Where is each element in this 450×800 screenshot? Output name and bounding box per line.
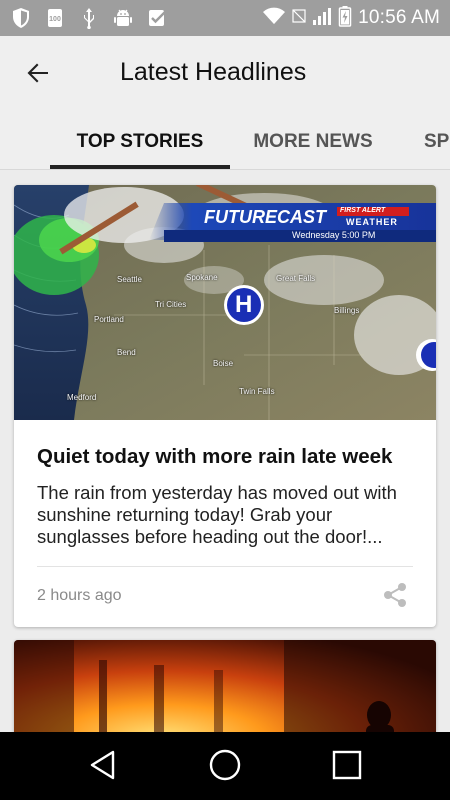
map-city-label: Portland (94, 315, 124, 324)
share-button[interactable] (377, 579, 413, 615)
wifi-icon (262, 6, 286, 31)
android-icon (112, 7, 134, 29)
story-card[interactable]: FUTURECAST FIRST ALERT WEATHER Wednesday… (14, 185, 436, 627)
map-city-label: Bend (117, 348, 136, 357)
system-nav-bar (0, 732, 450, 800)
back-button[interactable] (18, 55, 58, 95)
story-image[interactable]: FUTURECAST FIRST ALERT WEATHER Wednesday… (14, 185, 436, 420)
story-title[interactable]: Quiet today with more rain late week (37, 444, 413, 470)
map-city-label: Great Falls (276, 274, 316, 283)
nav-home-button[interactable] (202, 744, 248, 790)
arrow-back-icon (25, 60, 51, 91)
status-left-icons: 100 (10, 7, 168, 29)
nav-recents-button[interactable] (324, 744, 370, 790)
tab-bar: TOP STORIES MORE NEWS SP (0, 114, 450, 170)
forecast-badge-bottom: WEATHER (346, 217, 398, 227)
forecast-time: Wednesday 5:00 PM (292, 230, 376, 240)
story-image[interactable] (14, 640, 436, 732)
no-data-icon (292, 6, 306, 31)
page-title: Latest Headlines (120, 58, 307, 86)
news-feed[interactable]: FUTURECAST FIRST ALERT WEATHER Wednesday… (0, 170, 450, 732)
share-icon (381, 581, 409, 614)
usb-icon (78, 7, 100, 29)
status-time: 10:56 AM (358, 7, 440, 28)
shield-icon (10, 7, 32, 29)
back-triangle-icon (88, 749, 118, 786)
nav-back-button[interactable] (80, 744, 126, 790)
map-city-label: Medford (67, 393, 97, 402)
recents-square-icon (331, 749, 363, 786)
hundred-badge-icon: 100 (44, 7, 66, 29)
story-footer: 2 hours ago (37, 567, 413, 627)
forecast-badge-top: FIRST ALERT (340, 207, 386, 214)
svg-text:100: 100 (49, 16, 61, 23)
forecast-banner-title: FUTURECAST (204, 207, 326, 227)
checkbox-icon (146, 7, 168, 29)
story-timestamp: 2 hours ago (37, 587, 122, 604)
story-body: Quiet today with more rain late week The… (14, 444, 436, 627)
high-pressure-marker: H (235, 291, 253, 318)
story-summary[interactable]: The rain from yesterday has moved out wi… (37, 482, 413, 548)
tab-sports[interactable]: SP (424, 114, 450, 170)
signal-icon (312, 6, 332, 31)
home-circle-icon (208, 748, 242, 787)
map-city-label: Tri Cities (155, 300, 187, 309)
status-bar: 100 10:56 AM (0, 0, 450, 36)
map-city-label: Seattle (117, 275, 142, 284)
tab-more-news[interactable]: MORE NEWS (236, 114, 390, 170)
app-bar: Latest Headlines (0, 36, 450, 114)
map-city-label: Boise (213, 359, 234, 368)
story-card[interactable] (14, 640, 436, 732)
map-city-label: Billings (334, 306, 360, 315)
status-right-icons: 10:56 AM (262, 5, 440, 32)
map-city-label: Spokane (186, 273, 218, 282)
battery-charging-icon (338, 5, 352, 32)
tab-top-stories[interactable]: TOP STORIES (50, 114, 230, 170)
tab-indicator (50, 165, 230, 169)
map-city-label: Twin Falls (239, 387, 275, 396)
screen: 100 10:56 AM Latest Headlines TOP STORIE… (0, 0, 450, 800)
